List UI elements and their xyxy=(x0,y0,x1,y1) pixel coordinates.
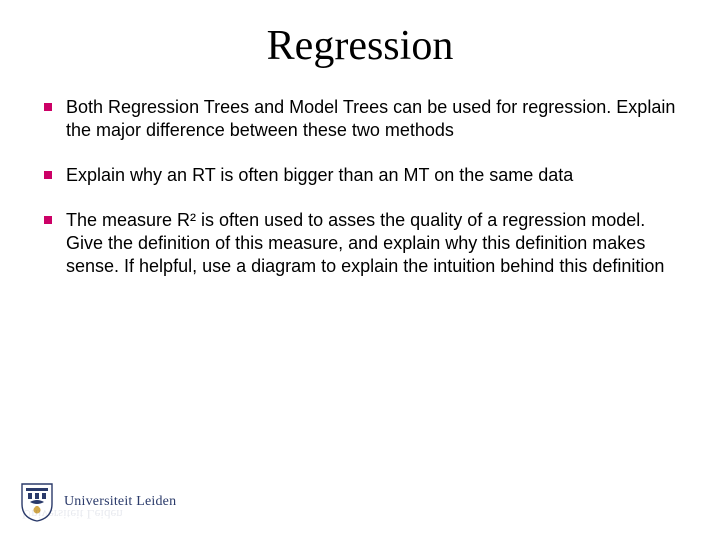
bullet-item: Explain why an RT is often bigger than a… xyxy=(44,164,680,187)
bullet-list: Both Regression Trees and Model Trees ca… xyxy=(40,96,680,278)
institution-name: Universiteit Leiden xyxy=(64,494,176,510)
bullet-marker-icon xyxy=(44,216,52,224)
bullet-marker-icon xyxy=(44,103,52,111)
bullet-item: The measure R² is often used to asses th… xyxy=(44,209,680,278)
bullet-text: The measure R² is often used to asses th… xyxy=(66,210,664,276)
bullet-marker-icon xyxy=(44,171,52,179)
bullet-text: Explain why an RT is often bigger than a… xyxy=(66,165,573,185)
university-crest-icon xyxy=(20,482,54,522)
slide: Regression Both Regression Trees and Mod… xyxy=(0,0,720,540)
slide-title: Regression xyxy=(40,22,680,70)
bullet-item: Both Regression Trees and Model Trees ca… xyxy=(44,96,680,142)
footer: Universiteit Leiden xyxy=(20,482,176,522)
bullet-text: Both Regression Trees and Model Trees ca… xyxy=(66,97,675,140)
